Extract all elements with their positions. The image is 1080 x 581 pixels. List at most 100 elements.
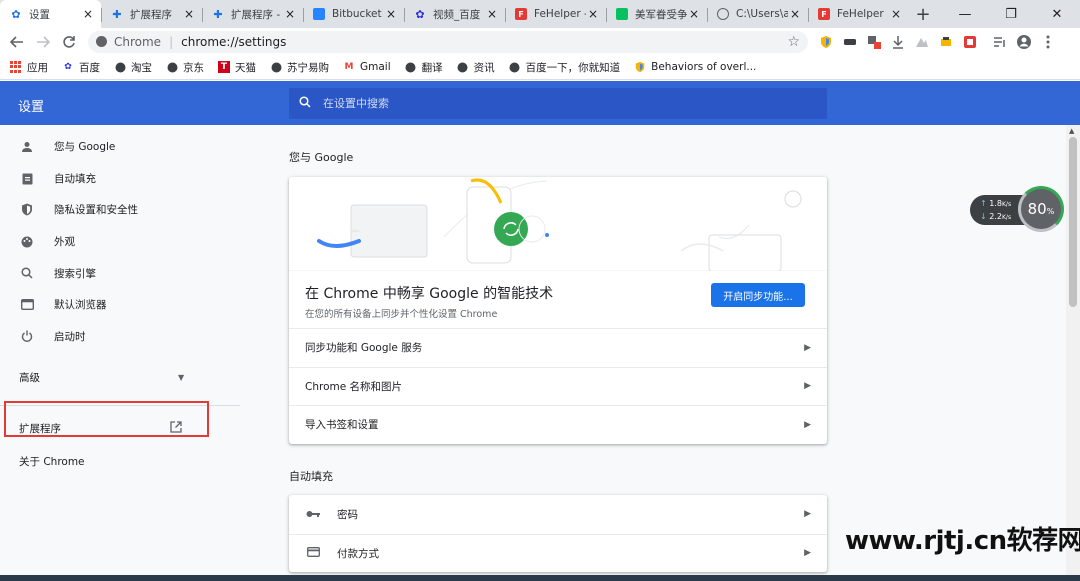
tab-fehelper-2[interactable]: F FeHelper × [808, 0, 909, 28]
tab-title: 美军眷受争 [635, 8, 687, 21]
row-passwords[interactable]: 密码 ▶ [289, 495, 827, 534]
bookmark-tmall[interactable]: T 天猫 [218, 60, 256, 75]
os-taskbar [0, 575, 1080, 581]
tab-baidu-video[interactable]: ✿ 视频_百度 × [404, 0, 505, 28]
bookmark-translate[interactable]: 翻译 [405, 60, 443, 75]
search-input[interactable] [323, 97, 803, 110]
back-button[interactable] [4, 29, 30, 55]
tab-local-file[interactable]: C:\Users\a × [707, 0, 808, 28]
sidebar-item-autofill[interactable]: 自动填充 [0, 163, 240, 195]
sidebar-advanced-toggle[interactable]: 高级 ▼ [0, 355, 240, 399]
vr-extension-icon[interactable] [842, 34, 858, 50]
bookmark-jd[interactable]: 京东 [166, 60, 204, 75]
forward-button[interactable] [30, 29, 56, 55]
window-controls: — ❐ ✕ [942, 0, 1080, 28]
close-icon[interactable]: × [889, 7, 903, 21]
bookmark-label: 京东 [183, 61, 204, 74]
download-icon[interactable] [890, 34, 906, 50]
caret-down-icon: ▼ [178, 372, 185, 382]
sidebar-item-default-browser[interactable]: 默认浏览器 [0, 289, 240, 321]
scrollbar-thumb[interactable] [1069, 137, 1077, 307]
sidebar-item-appearance[interactable]: 外观 [0, 226, 240, 258]
chevron-right-icon: ▶ [804, 509, 811, 520]
more-menu-icon[interactable] [1040, 34, 1056, 50]
new-tab-button[interactable]: + [909, 0, 937, 28]
settings-search[interactable] [289, 88, 827, 119]
close-icon[interactable]: × [687, 7, 701, 21]
tab-settings[interactable]: ✿ 设置 × [0, 0, 101, 28]
globe-icon [457, 61, 469, 73]
profile-avatar-icon[interactable] [1016, 34, 1032, 50]
bookmark-label: 淘宝 [131, 61, 152, 74]
sidebar-item-on-startup[interactable]: 启动时 [0, 321, 240, 353]
tab-extensions-2[interactable]: ✚ 扩展程序 - × [202, 0, 303, 28]
reload-button[interactable] [56, 29, 82, 55]
chrome-page-icon [96, 36, 107, 47]
close-icon[interactable]: × [485, 7, 499, 21]
bookmark-label: Behaviors of overl... [651, 61, 757, 73]
bookmark-label: 翻译 [421, 61, 443, 74]
row-sync-and-services[interactable]: 同步功能和 Google 服务 ▶ [289, 328, 827, 367]
tab-extensions[interactable]: ✚ 扩展程序 × [101, 0, 202, 28]
sidebar-item-extensions[interactable]: 扩展程序 [0, 410, 240, 446]
bookmark-label: 百度 [79, 61, 100, 74]
chevron-right-icon: ▶ [804, 381, 811, 392]
minimize-button[interactable]: — [942, 0, 988, 28]
tab-fehelper[interactable]: F FeHelper - × [505, 0, 606, 28]
sidebar-item-label: 隐私设置和安全性 [54, 204, 138, 217]
bookmark-taobao[interactable]: 淘宝 [114, 60, 152, 75]
close-icon[interactable]: × [182, 7, 196, 21]
network-speed-widget[interactable]: ↑ 1.8K/s ↓ 2.2K/s 80% [970, 186, 1064, 232]
close-icon[interactable]: × [283, 7, 297, 21]
bookmarks-bar: 应用 ✿ 百度 淘宝 京东 T 天猫 苏宁易购 M Gmail 翻译 资讯 百度… [0, 55, 1080, 80]
reading-list-icon[interactable] [992, 34, 1008, 50]
bookmark-baidu-search[interactable]: 百度一下，你就知道 [509, 60, 621, 75]
page-scrollbar[interactable]: ▲ [1066, 125, 1080, 581]
tab-wechat[interactable]: 美军眷受争 × [606, 0, 707, 28]
bookmark-baidu[interactable]: ✿ 百度 [62, 60, 100, 75]
tab-title: 视频_百度 [433, 8, 481, 21]
you-and-google-card: 在 Chrome 中畅享 Google 的智能技术 在您的所有设备上同步并个性化… [289, 177, 827, 444]
row-payment-methods[interactable]: 付款方式 ▶ [289, 533, 827, 573]
bookmark-gmail[interactable]: M Gmail [343, 61, 391, 73]
bookmark-behaviors[interactable]: Behaviors of overl... [634, 61, 756, 73]
maximize-button[interactable]: ❐ [988, 0, 1034, 28]
bookmark-apps[interactable]: 应用 [10, 60, 48, 75]
close-icon[interactable]: × [586, 7, 600, 21]
close-window-button[interactable]: ✕ [1034, 0, 1080, 28]
mountain-extension-icon[interactable] [914, 34, 930, 50]
close-icon[interactable]: × [384, 7, 398, 21]
bookmark-label: 应用 [27, 61, 48, 74]
baidu-icon: ✿ [415, 7, 425, 21]
turn-on-sync-button[interactable]: 开启同步功能... [711, 283, 805, 307]
puzzle-icon: ✚ [112, 7, 122, 21]
address-bar[interactable]: Chrome | chrome://settings ☆ [88, 30, 808, 53]
sidebar-item-search-engine[interactable]: 搜索引擎 [0, 257, 240, 289]
chevron-right-icon: ▶ [804, 342, 811, 353]
notes-extension-icon[interactable] [866, 34, 882, 50]
page-title: 设置 [18, 100, 45, 115]
sidebar-item-label: 扩展程序 [19, 422, 61, 435]
address-separator: | [169, 34, 174, 49]
address-scheme: Chrome [114, 34, 162, 49]
sidebar-item-about-chrome[interactable]: 关于 Chrome [0, 446, 240, 476]
fehelper-extension-icon[interactable] [962, 34, 978, 50]
download-unit: K/s [1001, 214, 1012, 221]
bookmark-news[interactable]: 资讯 [457, 60, 495, 75]
chevron-right-icon: ▶ [804, 419, 811, 430]
close-icon[interactable]: × [788, 7, 802, 21]
bookmark-suning[interactable]: 苏宁易购 [270, 60, 329, 75]
tab-bitbucket[interactable]: Bitbucket | × [303, 0, 404, 28]
bookmark-star-icon[interactable]: ☆ [787, 34, 800, 50]
pencil-extension-icon[interactable] [938, 34, 954, 50]
close-icon[interactable]: × [81, 7, 95, 21]
sidebar-item-you-and-google[interactable]: 您与 Google [0, 131, 240, 163]
bookmark-label: 百度一下，你就知道 [525, 61, 621, 74]
scroll-up-icon[interactable]: ▲ [1069, 127, 1074, 135]
globe-icon [405, 61, 417, 73]
row-chrome-name-and-picture[interactable]: Chrome 名称和图片 ▶ [289, 366, 827, 406]
row-import-bookmarks[interactable]: 导入书签和设置 ▶ [289, 405, 827, 444]
apps-grid-icon [10, 61, 22, 73]
shield-extension-icon[interactable] [818, 34, 834, 50]
sidebar-item-privacy[interactable]: 隐私设置和安全性 [0, 194, 240, 226]
